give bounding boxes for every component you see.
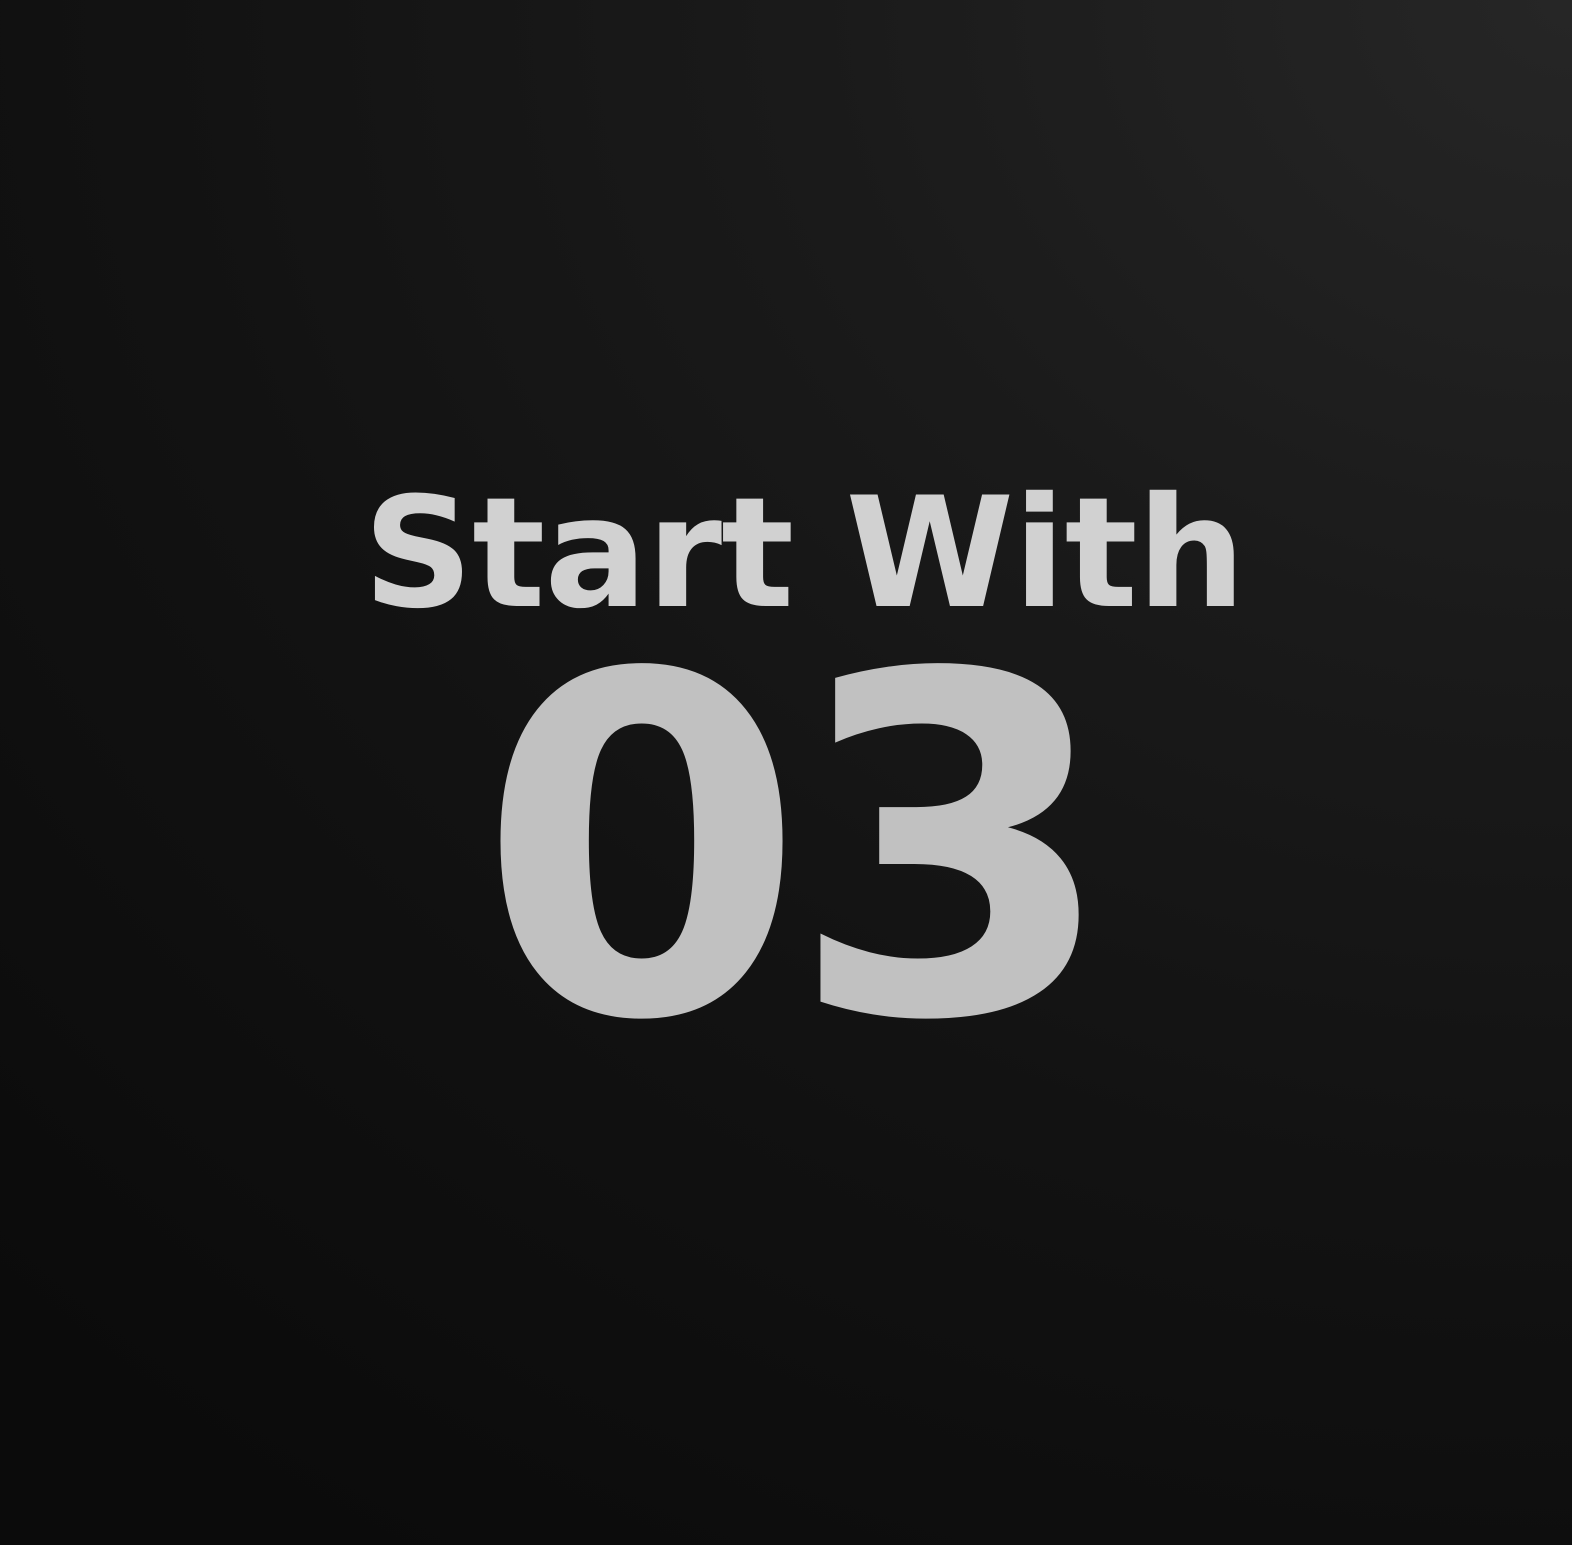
number-display: 03: [478, 576, 1116, 1123]
title-card: Start With 03: [0, 0, 1572, 1545]
